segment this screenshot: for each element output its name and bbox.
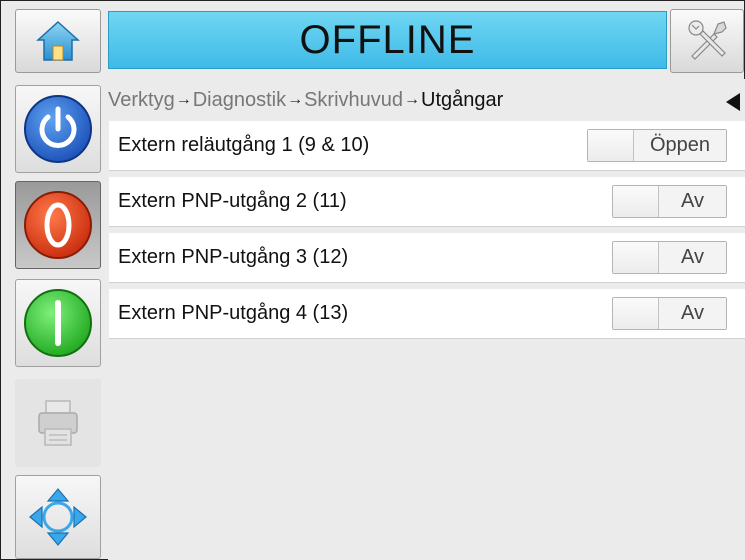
output-label: Extern PNP-utgång 3 (12) — [118, 246, 349, 268]
power-icon — [24, 95, 92, 163]
toggle-knob — [613, 186, 659, 217]
toggle-knob — [588, 130, 634, 161]
output-row: Extern PNP-utgång 3 (12) Av — [109, 233, 745, 283]
home-button[interactable] — [15, 9, 101, 73]
toggle-knob — [613, 298, 659, 329]
stop-printing-button[interactable] — [15, 181, 101, 269]
app-frame: OFFLINE Verktyg → Diagnostik → Skrivhuvu… — [0, 0, 745, 560]
printer-status-bar: OFFLINE — [108, 11, 667, 69]
toggle-state: Av — [659, 242, 726, 273]
start-printing-button[interactable] — [15, 279, 101, 367]
stop-icon — [24, 191, 92, 259]
output-toggle[interactable]: Av — [612, 241, 727, 274]
breadcrumb-item-outputs: Utgångar — [421, 88, 504, 111]
output-toggle[interactable]: Av — [612, 185, 727, 218]
navigation-button[interactable] — [15, 475, 101, 559]
output-row: Extern PNP-utgång 2 (11) Av — [109, 177, 745, 227]
toggle-state: Öppen — [634, 130, 726, 161]
breadcrumb-separator: → — [287, 91, 304, 108]
breadcrumb-item-printhead[interactable]: Skrivhuvud — [304, 89, 403, 112]
power-button[interactable] — [15, 85, 101, 173]
output-label: Extern PNP-utgång 4 (13) — [118, 302, 349, 324]
output-row: Extern PNP-utgång 4 (13) Av — [109, 289, 745, 339]
toggle-knob — [613, 242, 659, 273]
back-arrow-icon[interactable] — [726, 93, 740, 111]
navigation-arrows-icon — [29, 488, 87, 546]
main-panel: Verktyg → Diagnostik → Skrivhuvud → Utgå… — [108, 79, 745, 560]
output-row: Extern reläutgång 1 (9 & 10) Öppen — [109, 121, 745, 171]
breadcrumb-separator: → — [175, 91, 192, 108]
printer-icon — [38, 400, 78, 446]
breadcrumb-item-diagnostics[interactable]: Diagnostik — [193, 89, 286, 112]
home-icon — [36, 20, 80, 61]
output-label: Extern reläutgång 1 (9 & 10) — [118, 134, 370, 156]
output-label: Extern PNP-utgång 2 (11) — [118, 190, 347, 212]
breadcrumb-separator: → — [404, 91, 421, 108]
tools-button[interactable] — [670, 9, 744, 73]
tools-icon — [688, 20, 727, 60]
toggle-state: Av — [659, 298, 726, 329]
breadcrumb-item-tools[interactable]: Verktyg — [108, 89, 175, 112]
start-icon — [24, 289, 92, 357]
output-toggle[interactable]: Öppen — [587, 129, 727, 162]
status-text: OFFLINE — [299, 17, 476, 62]
toggle-state: Av — [659, 186, 726, 217]
breadcrumb: Verktyg → Diagnostik → Skrivhuvud → Utgå… — [108, 83, 745, 117]
print-button — [15, 379, 101, 467]
output-toggle[interactable]: Av — [612, 297, 727, 330]
